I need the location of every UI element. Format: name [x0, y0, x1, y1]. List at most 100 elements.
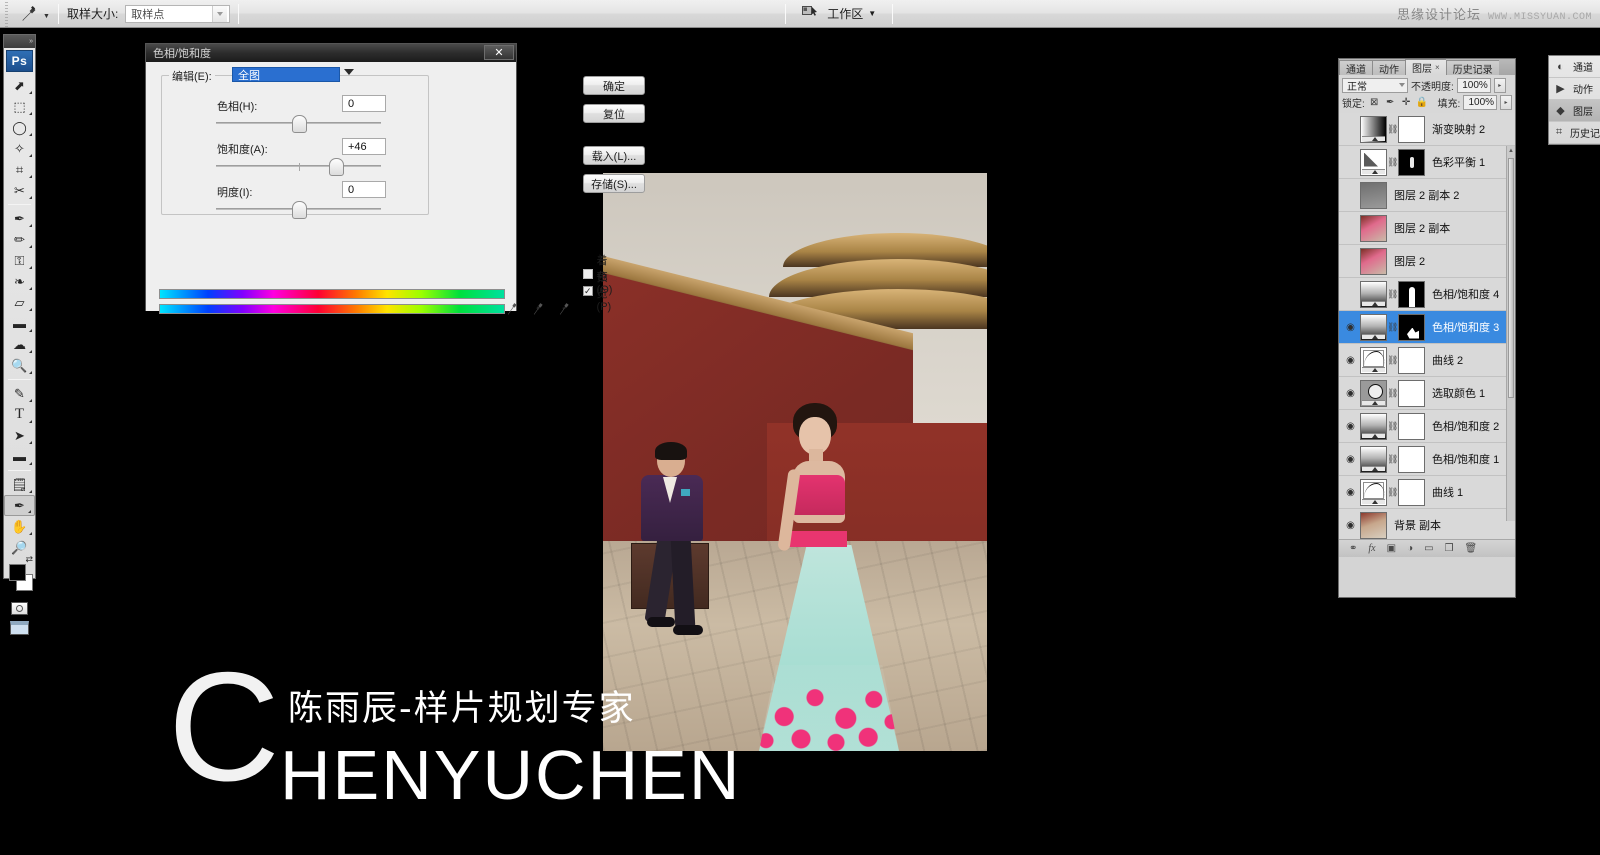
layer-thumbnail[interactable] — [1360, 182, 1387, 209]
color-swatches[interactable]: ⇄ — [4, 562, 35, 596]
layer-mask-thumbnail[interactable] — [1398, 281, 1425, 308]
tool-eyedropper[interactable]: ✒ — [4, 495, 35, 516]
layer-mask-thumbnail[interactable] — [1398, 479, 1425, 506]
chevron-down-icon[interactable]: ▼ — [868, 9, 876, 18]
chevron-down-icon[interactable] — [212, 6, 227, 22]
layer-visibility-toggle[interactable]: ◉ — [1341, 289, 1360, 300]
reset-button[interactable]: 复位 — [583, 104, 645, 123]
lightness-slider-track[interactable] — [216, 208, 381, 210]
tool-hand[interactable]: ✋ — [4, 516, 35, 537]
layer-visibility-toggle[interactable]: ◉ — [1341, 223, 1360, 234]
tool-history-brush[interactable]: ❧ — [4, 271, 35, 292]
layer-thumbnail[interactable] — [1360, 149, 1387, 176]
layer-visibility-toggle[interactable]: ◉ — [1341, 157, 1360, 168]
table-row[interactable]: ◉ ⛓ 色相/饱和度 4 — [1339, 278, 1515, 311]
new-group-button[interactable]: ▭ — [1424, 543, 1433, 554]
tool-path-selection[interactable]: ➤ — [4, 425, 35, 446]
table-row[interactable]: ◉ 图层 2 副本 — [1339, 212, 1515, 245]
layers-scrollbar[interactable]: ▲ — [1506, 146, 1515, 521]
link-icon[interactable]: ⛓ — [1387, 322, 1398, 333]
table-row[interactable]: ◉ ⛓ 色相/饱和度 1 — [1339, 443, 1515, 476]
table-row[interactable]: ◉ ⛓ 色相/饱和度 3 — [1339, 311, 1515, 344]
layer-thumbnail[interactable] — [1360, 446, 1387, 473]
layer-visibility-toggle[interactable]: ◉ — [1341, 454, 1360, 465]
link-icon[interactable]: ⛓ — [1387, 388, 1398, 399]
scrollbar-thumb[interactable] — [1508, 158, 1514, 398]
preview-checkbox[interactable]: ✓ 预览(P) — [583, 269, 612, 313]
layer-mask-thumbnail[interactable] — [1398, 347, 1425, 374]
layer-mask-thumbnail[interactable] — [1398, 380, 1425, 407]
tool-type[interactable]: T — [4, 404, 35, 425]
tool-brush[interactable]: ✏ — [4, 229, 35, 250]
workspace-menu[interactable]: 工作区 ▼ — [827, 5, 876, 22]
layer-visibility-toggle[interactable]: ◉ — [1341, 124, 1360, 135]
fill-stepper[interactable]: ▸ — [1500, 95, 1512, 110]
blend-mode-select[interactable]: 正常 — [1342, 78, 1408, 93]
layer-thumbnail[interactable] — [1360, 314, 1387, 341]
tool-crop[interactable]: ⌗ — [4, 159, 35, 180]
hue-saturation-dialog[interactable]: 色相/饱和度 ✕ 编辑(E): 全图 色相(H): 0 — [145, 43, 517, 311]
sample-size-select[interactable]: 取样点 — [125, 5, 230, 23]
layer-visibility-toggle[interactable]: ◉ — [1341, 355, 1360, 366]
tool-marquee[interactable]: ⬚ — [4, 96, 35, 117]
table-row[interactable]: ◉ ⛓ 选取颜色 1 — [1339, 377, 1515, 410]
layer-thumbnail[interactable] — [1360, 380, 1387, 407]
screen-mode-icon[interactable] — [4, 618, 35, 638]
opacity-stepper[interactable]: ▸ — [1494, 78, 1506, 93]
tool-pen[interactable]: ✎ — [4, 383, 35, 404]
layer-mask-thumbnail[interactable] — [1398, 413, 1425, 440]
ok-button[interactable]: 确定 — [583, 76, 645, 95]
tab-actions[interactable]: 动作 — [1372, 60, 1405, 75]
link-icon[interactable]: ⛓ — [1387, 289, 1398, 300]
tab-channels[interactable]: 通道 — [1339, 60, 1372, 75]
lightness-value-field[interactable]: 0 — [342, 181, 386, 198]
delete-layer-button[interactable]: 🗑 — [1465, 543, 1478, 554]
layer-visibility-toggle[interactable]: ◉ — [1341, 256, 1360, 267]
dialog-title-bar[interactable]: 色相/饱和度 ✕ — [146, 44, 516, 62]
table-row[interactable]: ◉ ⛓ 曲线 1 — [1339, 476, 1515, 509]
table-row[interactable]: ◉ ⛓ 曲线 2 — [1339, 344, 1515, 377]
link-icon[interactable]: ⛓ — [1387, 124, 1398, 135]
tool-move[interactable]: ⬈ — [4, 75, 35, 96]
layer-visibility-toggle[interactable]: ◉ — [1341, 520, 1360, 531]
tool-dodge[interactable]: 🔍 — [4, 355, 35, 376]
tab-history[interactable]: 历史记录 — [1446, 60, 1499, 75]
eyedropper-icon[interactable] — [505, 301, 521, 319]
layer-mask-thumbnail[interactable] — [1398, 314, 1425, 341]
layer-visibility-toggle[interactable]: ◉ — [1341, 388, 1360, 399]
layer-mask-thumbnail[interactable] — [1398, 149, 1425, 176]
tool-magic-wand[interactable]: ✧ — [4, 138, 35, 159]
dock-actions[interactable]: ▶ 动作 — [1549, 78, 1600, 100]
tool-clone-stamp[interactable]: ⚿ — [4, 250, 35, 271]
chevron-down-icon[interactable] — [344, 69, 354, 75]
table-row[interactable]: ◉ 图层 2 — [1339, 245, 1515, 278]
layer-thumbnail[interactable] — [1360, 479, 1387, 506]
saturation-slider-thumb[interactable] — [329, 158, 344, 176]
tool-preset-chevron-icon[interactable]: ▼ — [43, 13, 50, 20]
dock-layers[interactable]: ◆ 图层 — [1549, 100, 1600, 122]
layer-thumbnail[interactable] — [1360, 215, 1387, 242]
hue-value-field[interactable]: 0 — [342, 95, 386, 112]
tool-slice[interactable]: ✂ — [4, 180, 35, 201]
close-icon[interactable]: ✕ — [484, 45, 514, 60]
saturation-slider-track[interactable] — [216, 165, 381, 167]
double-chevron-icon[interactable]: » — [29, 38, 33, 45]
eyedropper-subtract-icon[interactable] — [557, 301, 573, 319]
tools-panel-collapse[interactable]: » — [4, 35, 35, 48]
table-row[interactable]: ◉ ⛓ 色相/饱和度 2 — [1339, 410, 1515, 443]
tool-blur[interactable]: ☁ — [4, 334, 35, 355]
link-icon[interactable]: ⛓ — [1387, 487, 1398, 498]
link-icon[interactable]: ⛓ — [1387, 454, 1398, 465]
options-bar-grip[interactable] — [2, 1, 12, 27]
layer-thumbnail[interactable] — [1360, 248, 1387, 275]
layer-mask-thumbnail[interactable] — [1398, 446, 1425, 473]
opacity-value-field[interactable]: 100% — [1457, 78, 1491, 93]
fill-value-field[interactable]: 100% — [1463, 95, 1497, 110]
layers-list[interactable]: ◉ ⛓ 渐变映射 2 ◉ ⛓ 色彩平衡 1 ◉ 图层 2 副本 2 — [1339, 113, 1515, 539]
lock-paint-icon[interactable]: ✒ — [1384, 96, 1397, 109]
checkbox-box[interactable]: ✓ — [583, 286, 593, 296]
new-layer-button[interactable]: ❒ — [1445, 543, 1454, 554]
foreground-color-swatch[interactable] — [9, 564, 26, 581]
layer-visibility-toggle[interactable]: ◉ — [1341, 322, 1360, 333]
layer-thumbnail[interactable] — [1360, 413, 1387, 440]
